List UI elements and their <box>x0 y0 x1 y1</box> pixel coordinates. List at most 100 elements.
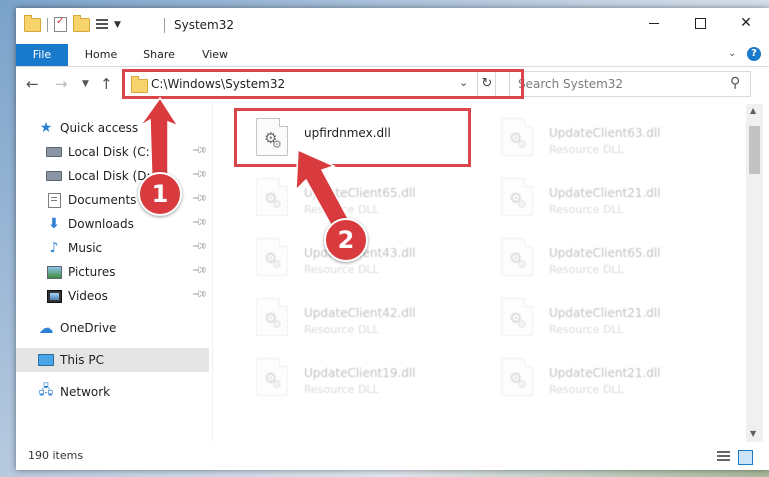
folder-icon[interactable] <box>24 14 41 32</box>
file-type: Resource DLL <box>549 203 624 216</box>
search-icon[interactable]: ⚲ <box>730 75 740 91</box>
file-tile[interactable]: ⚙ ⚙ UpdateClient19.dll Resource DLL <box>236 350 466 404</box>
videos-icon <box>46 289 62 303</box>
file-name: UpdateClient21.dll <box>549 306 661 320</box>
pin-icon: 📌︎ <box>190 262 208 279</box>
file-name: UpdateClient19.dll <box>304 366 416 380</box>
back-button[interactable]: ← <box>26 75 39 93</box>
nav-item-onedrive[interactable]: ☁ OneDrive <box>16 316 209 340</box>
file-tile[interactable]: ⚙ ⚙ UpdateClient21.dll Resource DLL <box>481 290 711 344</box>
up-button[interactable]: ↑ <box>100 75 113 93</box>
dll-file-icon: ⚙ ⚙ <box>256 358 288 396</box>
pin-icon: 📌︎ <box>190 238 208 255</box>
minimize-icon <box>649 22 659 24</box>
maximize-button[interactable] <box>677 8 723 38</box>
tab-share[interactable]: Share <box>136 44 182 66</box>
file-name: UpdateClient21.dll <box>549 366 661 380</box>
details-view-icon[interactable] <box>717 451 730 463</box>
file-type: Resource DLL <box>304 323 379 336</box>
tab-home[interactable]: Home <box>76 44 126 66</box>
file-name: UpdateClient63.dll <box>549 126 661 140</box>
item-count: 190 items <box>28 449 84 462</box>
nav-item-pictures[interactable]: Pictures 📌︎ <box>16 260 209 284</box>
dll-file-icon: ⚙ ⚙ <box>256 238 288 276</box>
nav-item-this-pc[interactable]: This PC <box>16 348 209 372</box>
nav-item-videos[interactable]: Videos 📌︎ <box>16 284 209 308</box>
file-tile[interactable]: ⚙ ⚙ UpdateClient65.dll Resource DLL <box>236 170 466 224</box>
scroll-up-icon[interactable]: ▲ <box>750 106 756 115</box>
nav-item-quick-access[interactable]: ★ Quick access <box>38 116 209 140</box>
search-input[interactable]: Search System32 ⚲ <box>509 71 751 97</box>
title-separator <box>164 18 165 33</box>
scrollbar-thumb[interactable] <box>749 126 760 174</box>
documents-icon <box>47 192 61 208</box>
customize-icon[interactable] <box>96 18 108 31</box>
nav-item-label: Quick access <box>60 121 139 135</box>
file-highlight-box <box>234 108 471 167</box>
file-type: Resource DLL <box>549 383 624 396</box>
onedrive-icon: ☁ <box>38 319 54 337</box>
this-pc-icon <box>38 354 54 366</box>
close-button[interactable]: ✕ <box>723 8 769 38</box>
nav-item-label: Network <box>60 385 111 399</box>
file-tile[interactable]: ⚙ ⚙ UpdateClient63.dll Resource DLL <box>481 110 711 164</box>
recent-locations-button[interactable]: ▼ <box>82 79 89 89</box>
status-bar: 190 items <box>16 444 769 470</box>
file-name: UpdateClient42.dll <box>304 306 416 320</box>
window-title: System32 <box>174 18 235 32</box>
maximize-icon <box>694 17 706 29</box>
file-type: Resource DLL <box>304 203 379 216</box>
pin-icon: 📌︎ <box>190 166 208 183</box>
file-type: Resource DLL <box>304 383 379 396</box>
help-icon[interactable]: ? <box>747 47 761 61</box>
toolbar-separator <box>47 17 48 32</box>
new-folder-icon[interactable] <box>73 14 90 32</box>
dll-file-icon: ⚙ ⚙ <box>501 238 533 276</box>
pane-divider[interactable] <box>212 104 213 442</box>
nav-item-label: OneDrive <box>60 321 117 335</box>
file-name: UpdateClient65.dll <box>304 186 416 200</box>
nav-item-label: Local Disk (C:) <box>68 145 155 159</box>
forward-button[interactable]: → <box>55 75 68 93</box>
file-tile[interactable]: ⚙ ⚙ UpdateClient21.dll Resource DLL <box>481 350 711 404</box>
tab-view[interactable]: View <box>194 44 236 66</box>
file-type: Resource DLL <box>304 263 379 276</box>
address-highlight-box <box>122 69 524 99</box>
nav-item-label: Videos <box>68 289 108 303</box>
expand-ribbon-icon[interactable]: ⌄ <box>728 48 736 59</box>
downloads-icon: ⬇ <box>48 216 60 232</box>
step-2-badge: 2 <box>324 218 368 262</box>
chevron-down-icon[interactable]: ▼ <box>114 20 121 30</box>
nav-item-local-disk-c[interactable]: Local Disk (C:) 📌︎ <box>16 140 209 164</box>
dll-file-icon: ⚙ ⚙ <box>256 298 288 336</box>
star-icon: ★ <box>39 120 53 136</box>
properties-icon[interactable] <box>54 16 67 32</box>
tab-file[interactable]: File <box>16 44 68 66</box>
disk-icon <box>46 171 62 181</box>
title-bar: ▼ System32 ✕ <box>16 8 769 44</box>
dll-file-icon: ⚙ ⚙ <box>501 358 533 396</box>
file-name: UpdateClient65.dll <box>549 246 661 260</box>
vertical-scrollbar[interactable]: ▲ ▼ <box>746 104 763 442</box>
dll-file-icon: ⚙ ⚙ <box>501 298 533 336</box>
scroll-down-icon[interactable]: ▼ <box>750 429 756 438</box>
pin-icon: 📌︎ <box>190 190 208 207</box>
tiles-view-icon[interactable] <box>738 450 753 465</box>
file-tile[interactable]: ⚙ ⚙ UpdateClient65.dll Resource DLL <box>481 230 711 284</box>
file-tile[interactable]: ⚙ ⚙ UpdateClient21.dll Resource DLL <box>481 170 711 224</box>
nav-item-label: Pictures <box>68 265 116 279</box>
navigation-pane: ★ Quick access Local Disk (C:) 📌︎ Local … <box>16 104 212 442</box>
nav-item-label: This PC <box>60 353 104 367</box>
nav-item-network[interactable]: 🖧︎ Network <box>16 380 209 404</box>
nav-item-music[interactable]: ♪ Music 📌︎ <box>16 236 209 260</box>
nav-item-downloads[interactable]: ⬇ Downloads 📌︎ <box>16 212 209 236</box>
nav-item-label: Documents <box>68 193 137 207</box>
pictures-icon <box>46 265 62 279</box>
disk-icon <box>46 147 62 157</box>
network-icon: 🖧︎ <box>38 383 54 398</box>
minimize-button[interactable] <box>631 8 677 38</box>
nav-item-label: Downloads <box>68 217 134 231</box>
file-tile[interactable]: ⚙ ⚙ UpdateClient42.dll Resource DLL <box>236 290 466 344</box>
pin-icon: 📌︎ <box>190 214 208 231</box>
pin-icon: 📌︎ <box>190 286 208 303</box>
